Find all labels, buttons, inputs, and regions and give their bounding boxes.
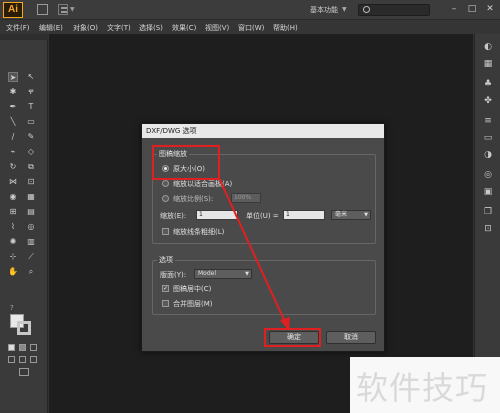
artboards-panel-icon[interactable]: ⊡	[483, 224, 493, 234]
chevron-down-icon: ▼	[364, 212, 368, 218]
swatches-panel-icon[interactable]: ▦	[483, 59, 493, 69]
scale-ratio-label[interactable]: 缩放比例(S):	[173, 194, 213, 204]
pencil-tool-icon[interactable]: ✎	[26, 132, 36, 142]
fit-artboard-radio[interactable]	[162, 180, 169, 187]
eyedropper-tool-icon[interactable]: ⌇	[8, 222, 18, 232]
center-art-label[interactable]: 图稿居中(C)	[173, 284, 211, 294]
stroke-panel-icon[interactable]: ≡	[483, 116, 493, 126]
minimize-button[interactable]: –	[448, 3, 460, 15]
paintbrush-tool-icon[interactable]: ∕	[8, 132, 18, 142]
chevron-down-icon[interactable]: ▼	[70, 6, 75, 13]
cancel-button[interactable]: 取消	[326, 331, 376, 344]
search-icon	[363, 6, 370, 13]
lasso-tool-icon[interactable]: ዋ	[26, 87, 36, 97]
graphic-styles-panel-icon[interactable]: ▣	[483, 187, 493, 197]
draw-normal-icon[interactable]	[8, 356, 15, 363]
scale-strokes-checkbox[interactable]	[162, 228, 169, 235]
stroke-color-swatch[interactable]	[17, 321, 31, 335]
title-bar: Ai ▼ 基本功能 ▼ – □ ✕	[0, 0, 500, 20]
color-mode-icon[interactable]	[8, 344, 15, 351]
menu-edit[interactable]: 编辑(E)	[39, 23, 63, 33]
color-panel-icon[interactable]: ◐	[483, 42, 493, 52]
width-tool-icon[interactable]: ⋈	[8, 177, 18, 187]
gradient-panel-icon[interactable]: ▭	[483, 133, 493, 143]
direct-selection-tool-icon[interactable]: ↖	[26, 72, 36, 82]
type-tool-icon[interactable]: T	[26, 102, 36, 112]
shape-builder-tool-icon[interactable]: ◉	[8, 192, 18, 202]
scale-tool-icon[interactable]: ⧉	[26, 162, 36, 172]
scale-strokes-label[interactable]: 缩放线条粗细(L)	[173, 227, 224, 237]
brushes-panel-icon[interactable]: ♣	[483, 79, 493, 89]
app-logo: Ai	[3, 2, 23, 18]
pen-tool-icon[interactable]: ✒	[8, 102, 18, 112]
appearance-panel-icon[interactable]: ◎	[483, 170, 493, 180]
merge-layers-label[interactable]: 合并图层(M)	[173, 299, 213, 309]
menu-view[interactable]: 视图(V)	[205, 23, 229, 33]
tools-panel: ➤ ↖ ✱ ዋ ✒ T ╲ ▭ ∕ ✎ ⌁ ◇ ↻ ⧉ ⋈ ⊡ ◉ ▦ ⊞ ▤ …	[0, 34, 48, 413]
graph-tool-icon[interactable]: ▥	[26, 237, 36, 247]
help-icon[interactable]: ?	[10, 304, 14, 312]
unit-select-value: 毫米	[335, 211, 348, 218]
menu-window[interactable]: 窗口(W)	[238, 23, 264, 33]
slice-tool-icon[interactable]: ⟋	[26, 252, 36, 262]
draw-inside-icon[interactable]	[30, 356, 37, 363]
menu-object[interactable]: 对象(O)	[73, 23, 98, 33]
rectangle-tool-icon[interactable]: ▭	[26, 117, 36, 127]
close-button[interactable]: ✕	[484, 3, 496, 15]
scale-ratio-field[interactable]: 100%	[231, 193, 261, 203]
rotate-tool-icon[interactable]: ↻	[8, 162, 18, 172]
menu-file[interactable]: 文件(F)	[6, 23, 30, 33]
tools-panel-header[interactable]	[0, 34, 48, 40]
unit-label: 单位(U) =	[246, 212, 279, 220]
screen-mode-icon[interactable]	[19, 368, 29, 376]
selection-tool-icon[interactable]: ➤	[8, 72, 18, 82]
scale-field[interactable]: 1	[196, 210, 238, 220]
layout-select-value: Model	[198, 270, 217, 277]
mesh-tool-icon[interactable]: ⊞	[8, 207, 18, 217]
layout-label: 版面(Y):	[160, 271, 187, 279]
watermark-text: 软件技巧	[356, 369, 489, 407]
line-tool-icon[interactable]: ╲	[8, 117, 18, 127]
menu-select[interactable]: 选择(S)	[139, 23, 163, 33]
zoom-tool-icon[interactable]: ⌕	[26, 267, 36, 277]
menu-effect[interactable]: 效果(C)	[172, 23, 196, 33]
gradient-mode-icon[interactable]	[19, 344, 26, 351]
blend-tool-icon[interactable]: ◎	[26, 222, 36, 232]
unit-field[interactable]: 1	[283, 210, 325, 220]
layout-select[interactable]: Model ▼	[194, 269, 252, 279]
artboard-tool-icon[interactable]: ⊹	[8, 252, 18, 262]
unit-select[interactable]: 毫米 ▼	[331, 210, 371, 220]
symbol-sprayer-tool-icon[interactable]: ✺	[8, 237, 18, 247]
menu-bar: 文件(F) 编辑(E) 对象(O) 文字(T) 选择(S) 效果(C) 视图(V…	[0, 20, 500, 34]
menu-type[interactable]: 文字(T)	[107, 23, 131, 33]
fit-artboard-label[interactable]: 缩放以适合画板(A)	[173, 179, 232, 189]
bridge-icon[interactable]	[37, 4, 48, 15]
hand-tool-icon[interactable]: ✋	[8, 267, 18, 277]
workspace-switcher[interactable]: 基本功能	[310, 5, 338, 15]
workspace-chevron-icon[interactable]: ▼	[342, 6, 347, 13]
options-group-label: 选项	[157, 255, 175, 265]
draw-behind-icon[interactable]	[19, 356, 26, 363]
free-transform-tool-icon[interactable]: ⊡	[26, 177, 36, 187]
scale-ratio-radio[interactable]	[162, 195, 169, 202]
magic-wand-tool-icon[interactable]: ✱	[8, 87, 18, 97]
perspective-grid-tool-icon[interactable]: ▦	[26, 192, 36, 202]
scale-label: 缩放(E):	[160, 212, 187, 220]
none-mode-icon[interactable]	[30, 344, 37, 351]
layers-panel-icon[interactable]: ❐	[483, 207, 493, 217]
merge-layers-checkbox[interactable]	[162, 300, 169, 307]
transparency-panel-icon[interactable]: ◑	[483, 150, 493, 160]
blob-brush-tool-icon[interactable]: ⌁	[8, 147, 18, 157]
maximize-button[interactable]: □	[466, 3, 478, 15]
center-art-checkbox[interactable]: ✓	[162, 285, 169, 292]
chevron-down-icon: ▼	[245, 271, 249, 277]
symbols-panel-icon[interactable]: ✤	[483, 96, 493, 106]
gradient-tool-icon[interactable]: ▤	[26, 207, 36, 217]
menu-help[interactable]: 帮助(H)	[273, 23, 298, 33]
arrange-documents-icon[interactable]	[58, 4, 68, 15]
dialog-title: DXF/DWG 选项	[142, 124, 384, 138]
annotation-ok-highlight	[264, 328, 321, 347]
eraser-tool-icon[interactable]: ◇	[26, 147, 36, 157]
annotation-highlight-box	[152, 145, 220, 180]
